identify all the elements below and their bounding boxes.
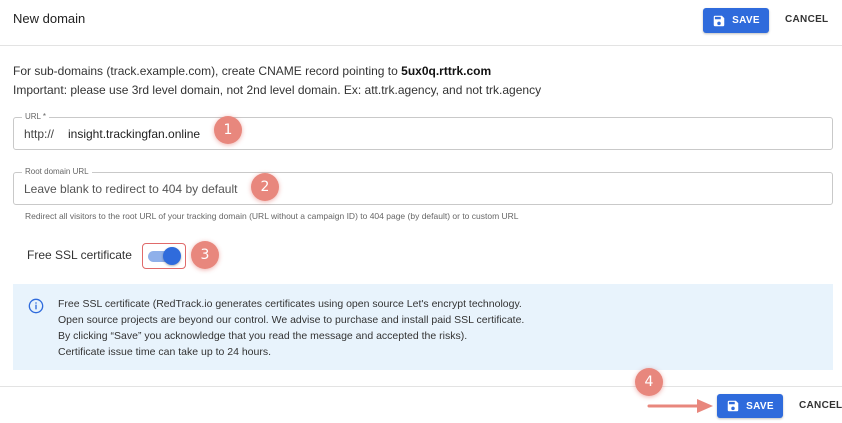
notice-line: By clicking “Save” you acknowledge that …	[58, 330, 468, 342]
dialog-header: New domain SAVE CANCEL	[0, 0, 842, 46]
dialog-title: New domain	[13, 11, 86, 26]
root-domain-field[interactable]: Root domain URL Leave blank to redirect …	[13, 167, 833, 205]
cname-instruction-text: For sub-domains (track.example.com), cre…	[13, 64, 402, 78]
save-icon	[727, 400, 739, 412]
domain-level-warning: Important: please use 3rd level domain, …	[13, 83, 542, 97]
footer-save-button[interactable]: SAVE	[717, 394, 783, 418]
notice-text: Free SSL certificate (RedTrack.io genera…	[58, 296, 524, 360]
ssl-toggle-knob[interactable]	[163, 247, 181, 265]
save-icon	[713, 15, 725, 26]
annotation-badge: 4	[635, 368, 663, 396]
root-domain-input[interactable]: Leave blank to redirect to 404 by defaul…	[24, 182, 237, 196]
annotation-badge: 1	[214, 116, 242, 144]
root-domain-field-label: Root domain URL	[22, 167, 92, 177]
arrow-right-icon	[647, 399, 713, 413]
footer-divider	[0, 386, 842, 387]
root-domain-helper-text: Redirect all visitors to the root URL of…	[25, 211, 519, 221]
notice-line: Open source projects are beyond our cont…	[58, 314, 525, 326]
footer-cancel-button[interactable]: CANCEL	[799, 400, 842, 411]
ssl-toggle-label: Free SSL certificate	[27, 248, 132, 262]
notice-line: Free SSL certificate (RedTrack.io genera…	[58, 298, 522, 310]
cname-target: 5ux0q.rttrk.com	[401, 64, 492, 78]
url-input[interactable]: insight.trackingfan.online	[68, 127, 200, 141]
annotation-badge: 3	[191, 241, 219, 269]
url-protocol-prefix: http://	[24, 127, 55, 141]
info-icon	[28, 298, 44, 314]
footer-save-label: SAVE	[746, 400, 774, 412]
ssl-toggle-highlight	[142, 243, 186, 269]
annotation-badge: 2	[251, 173, 279, 201]
url-field-label: URL *	[22, 112, 50, 122]
header-save-button[interactable]: SAVE	[703, 8, 769, 33]
notice-line: Certificate issue time can take up to 24…	[58, 346, 272, 358]
url-field[interactable]: URL * http:// insight.trackingfan.online	[13, 112, 833, 150]
ssl-notice: Free SSL certificate (RedTrack.io genera…	[13, 284, 833, 370]
header-cancel-button[interactable]: CANCEL	[785, 14, 828, 25]
header-save-label: SAVE	[732, 15, 760, 26]
cname-instruction: For sub-domains (track.example.com), cre…	[13, 64, 491, 78]
